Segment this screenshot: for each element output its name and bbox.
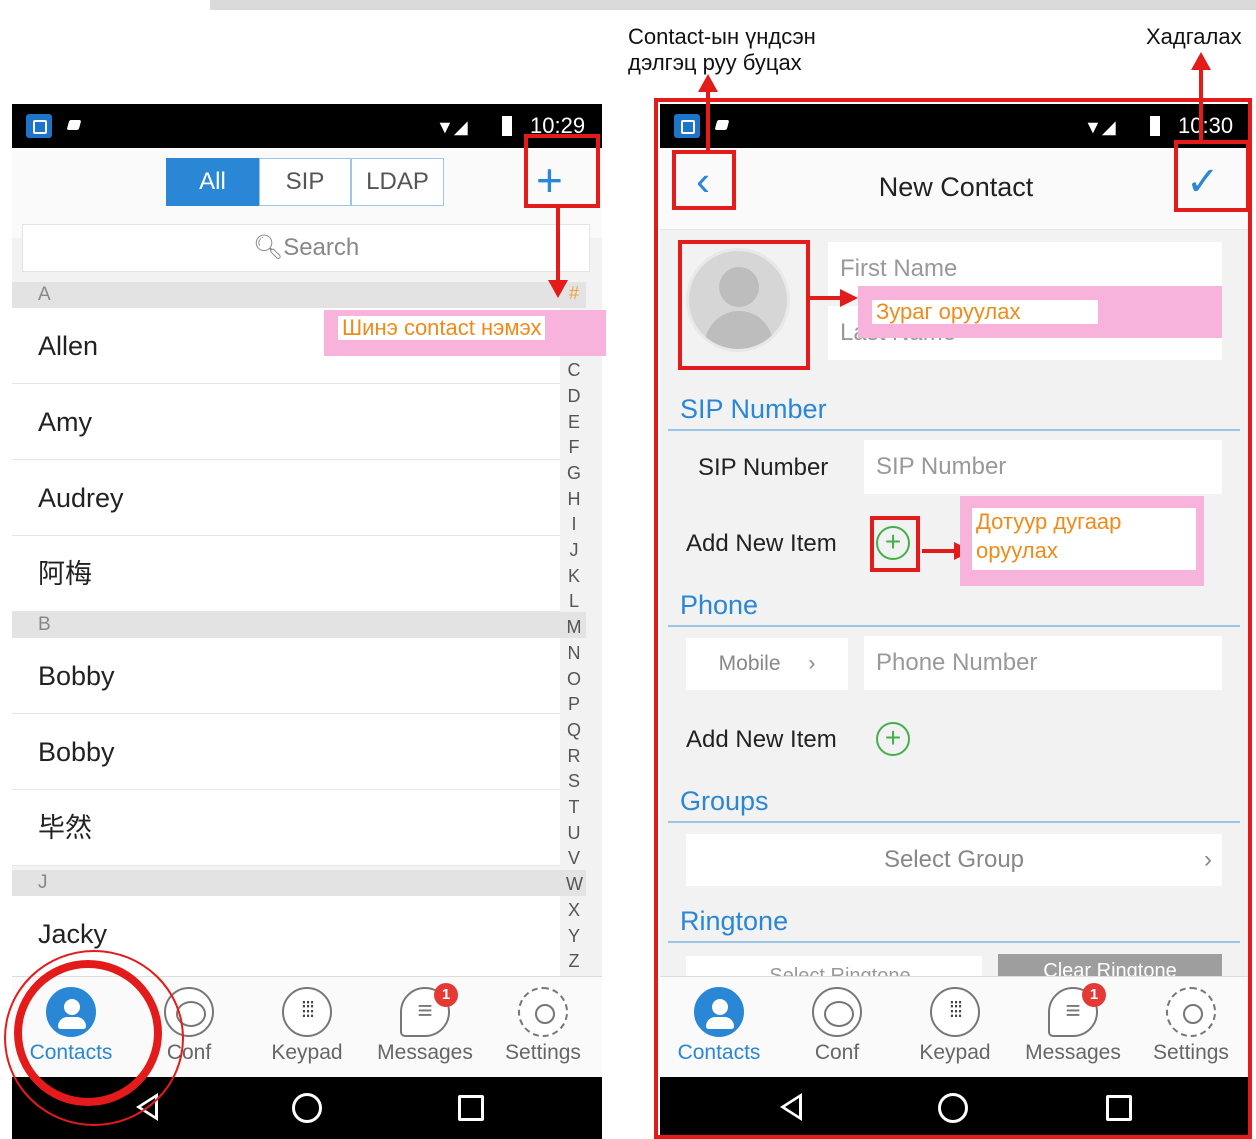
annotation-ext-line: [922, 549, 956, 553]
index-letter[interactable]: Y: [566, 927, 582, 945]
nav-recent-icon[interactable]: [458, 1095, 484, 1121]
annotation-back-arrow-head: [698, 74, 718, 92]
annotation-save-arrow-head: [1191, 52, 1211, 70]
index-letter[interactable]: I: [566, 515, 582, 533]
index-letter[interactable]: G: [566, 464, 582, 482]
index-letter[interactable]: W: [566, 875, 583, 893]
segment-sip[interactable]: SIP: [259, 158, 351, 206]
index-letter[interactable]: S: [566, 772, 582, 790]
index-letter[interactable]: T: [566, 798, 582, 816]
status-bar: ▼◢ 10:29: [12, 104, 602, 148]
avatar-highlight: [678, 240, 810, 370]
index-letter[interactable]: L: [566, 592, 582, 610]
add-contact-highlight: [524, 134, 600, 208]
annotation-back-main-line2: дэлгэц руу буцах: [628, 50, 802, 75]
save-button-highlight: [1174, 140, 1250, 212]
contacts-tab-highlight-outer: [4, 950, 184, 1126]
annotation-save: Хадгалах: [1146, 24, 1242, 49]
segment-ldap[interactable]: LDAP: [351, 158, 444, 206]
app-icon: [26, 114, 52, 138]
search-placeholder: Search: [283, 234, 360, 261]
settings-icon: [518, 987, 568, 1037]
annotation-extension-line2: оруулах: [972, 538, 1196, 570]
annotation-arrow-head: [548, 280, 568, 298]
annotation-photo-line: [808, 296, 842, 300]
top-decor-mask: [0, 0, 210, 12]
tab-label: Messages: [377, 1041, 473, 1064]
tab-settings[interactable]: Settings: [484, 977, 602, 1079]
section-header-b: B: [12, 612, 586, 638]
back-button-highlight: [672, 150, 736, 210]
index-letter[interactable]: R: [566, 747, 582, 765]
annotation-insert-photo: Зураг оруулах: [872, 300, 1098, 324]
wifi-signal-icon: ▼◢: [436, 117, 468, 137]
annotation-arrow-line: [556, 208, 560, 282]
tab-keypad[interactable]: Keypad: [248, 977, 366, 1079]
unread-badge: 1: [434, 983, 458, 1007]
index-letter[interactable]: P: [566, 695, 582, 713]
index-letter[interactable]: V: [566, 849, 582, 867]
index-letter[interactable]: Q: [566, 721, 582, 739]
index-letter[interactable]: #: [566, 284, 582, 302]
annotation-add-contact: Шинэ contact нэмэх: [338, 316, 546, 340]
index-letter[interactable]: O: [566, 670, 582, 688]
index-letter[interactable]: N: [566, 644, 582, 662]
annotation-save-line: [1199, 68, 1203, 144]
contact-row[interactable]: Audrey: [12, 460, 560, 536]
index-letter[interactable]: F: [566, 438, 582, 456]
index-letter[interactable]: C: [566, 361, 582, 379]
tab-messages[interactable]: 1 Messages: [366, 977, 484, 1079]
index-letter[interactable]: E: [566, 413, 582, 431]
index-letter[interactable]: H: [566, 490, 582, 508]
battery-icon: [502, 116, 512, 136]
contact-row[interactable]: Bobby: [12, 714, 560, 790]
index-letter[interactable]: D: [566, 387, 582, 405]
nav-home-icon[interactable]: [292, 1093, 322, 1123]
annotation-back-main-line1: Contact-ын үндсэн: [628, 24, 816, 49]
index-letter[interactable]: U: [566, 824, 582, 842]
tab-label: Settings: [505, 1041, 581, 1064]
index-letter[interactable]: M: [566, 618, 582, 636]
annotation-photo-arrow-head: [840, 289, 858, 307]
contact-row[interactable]: 阿梅: [12, 536, 560, 612]
keypad-icon: [282, 987, 332, 1037]
index-letter[interactable]: X: [566, 901, 582, 919]
search-icon: 🔍︎: [252, 234, 284, 261]
add-sip-item-highlight: [870, 516, 920, 572]
search-input[interactable]: 🔍︎Search: [22, 224, 590, 272]
index-letter[interactable]: Z: [566, 952, 582, 970]
contact-row[interactable]: Bobby: [12, 638, 560, 714]
segment-all[interactable]: All: [166, 158, 259, 206]
tab-label: Keypad: [271, 1041, 343, 1064]
section-header-a: A: [12, 282, 586, 308]
annotation-back-line: [706, 90, 710, 154]
index-letter[interactable]: K: [566, 567, 582, 585]
notification-icon: [66, 120, 82, 130]
contact-row[interactable]: 毕然: [12, 790, 560, 866]
index-letter[interactable]: J: [566, 541, 582, 559]
annotation-extension-line1: Дотуур дугаар: [972, 508, 1196, 538]
contact-row[interactable]: Amy: [12, 384, 560, 460]
section-header-j: J: [12, 870, 586, 896]
